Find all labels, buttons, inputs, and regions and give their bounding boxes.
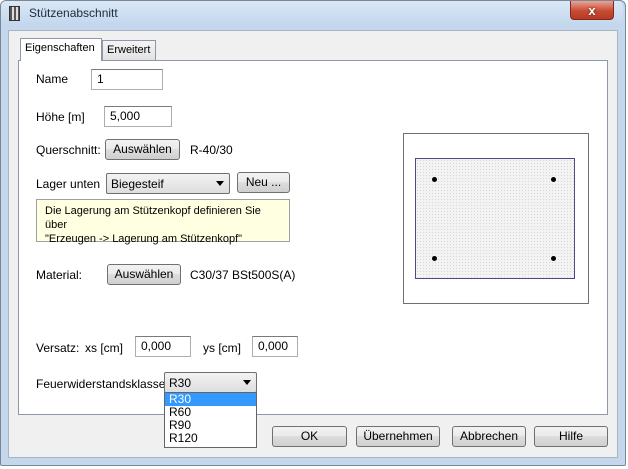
chevron-down-icon [243, 380, 251, 385]
xs-label: xs [cm] [85, 341, 123, 355]
tab-eigenschaften[interactable]: Eigenschaften [20, 38, 102, 61]
help-button[interactable]: Hilfe [534, 426, 608, 447]
cross-section-drawing [415, 158, 575, 279]
fire-class-dropdown-list: R30 R60 R90 R120 [164, 392, 257, 448]
new-support-button[interactable]: Neu ... [237, 172, 290, 193]
tab-erweitert[interactable]: Erweitert [102, 40, 156, 61]
name-input[interactable]: 1 [91, 69, 163, 90]
select-section-button[interactable]: Auswählen [105, 139, 180, 160]
offset-label: Versatz: [36, 341, 80, 355]
chevron-down-icon [216, 181, 224, 186]
support-select[interactable]: Biegesteif [106, 173, 230, 194]
support-label: Lager unten [36, 177, 101, 191]
info-text-line-2: "Erzeugen -> Lagerung am Stützenkopf" [45, 233, 243, 245]
ys-input[interactable]: 0,000 [252, 336, 298, 357]
height-input[interactable]: 5,000 [104, 106, 172, 127]
column-app-icon [9, 6, 20, 21]
section-label: Querschnitt: [36, 143, 101, 157]
apply-button[interactable]: Übernehmen [356, 426, 440, 447]
material-label: Material: [36, 268, 83, 282]
material-value: C30/37 BSt500S(A) [190, 268, 296, 282]
cancel-button[interactable]: Abbrechen [452, 426, 526, 447]
close-button[interactable]: x [570, 1, 614, 20]
section-value: R-40/30 [190, 143, 233, 157]
dropdown-option-r120[interactable]: R120 [165, 432, 256, 445]
fire-class-select[interactable]: R30 [164, 372, 257, 393]
rebar-dot [551, 177, 556, 182]
ys-label: ys [cm] [203, 341, 241, 355]
select-material-button[interactable]: Auswählen [107, 264, 181, 285]
rebar-dot [432, 177, 437, 182]
close-icon: x [588, 2, 596, 18]
name-label: Name [36, 72, 69, 86]
fire-class-label: Feuerwiderstandsklasse [36, 377, 166, 391]
info-text-line-1: Die Lagerung am Stützenkopf definieren S… [45, 205, 261, 231]
rebar-dot [551, 256, 556, 261]
rebar-dot [432, 256, 437, 261]
height-label: Höhe [m] [36, 110, 85, 124]
support-select-value: Biegesteif [111, 177, 164, 191]
fire-class-select-value: R30 [169, 376, 192, 390]
window-title: Stützenabschnitt [29, 6, 118, 20]
info-box: Die Lagerung am Stützenkopf definieren S… [36, 199, 290, 245]
xs-input[interactable]: 0,000 [135, 336, 191, 357]
ok-button[interactable]: OK [272, 426, 347, 447]
